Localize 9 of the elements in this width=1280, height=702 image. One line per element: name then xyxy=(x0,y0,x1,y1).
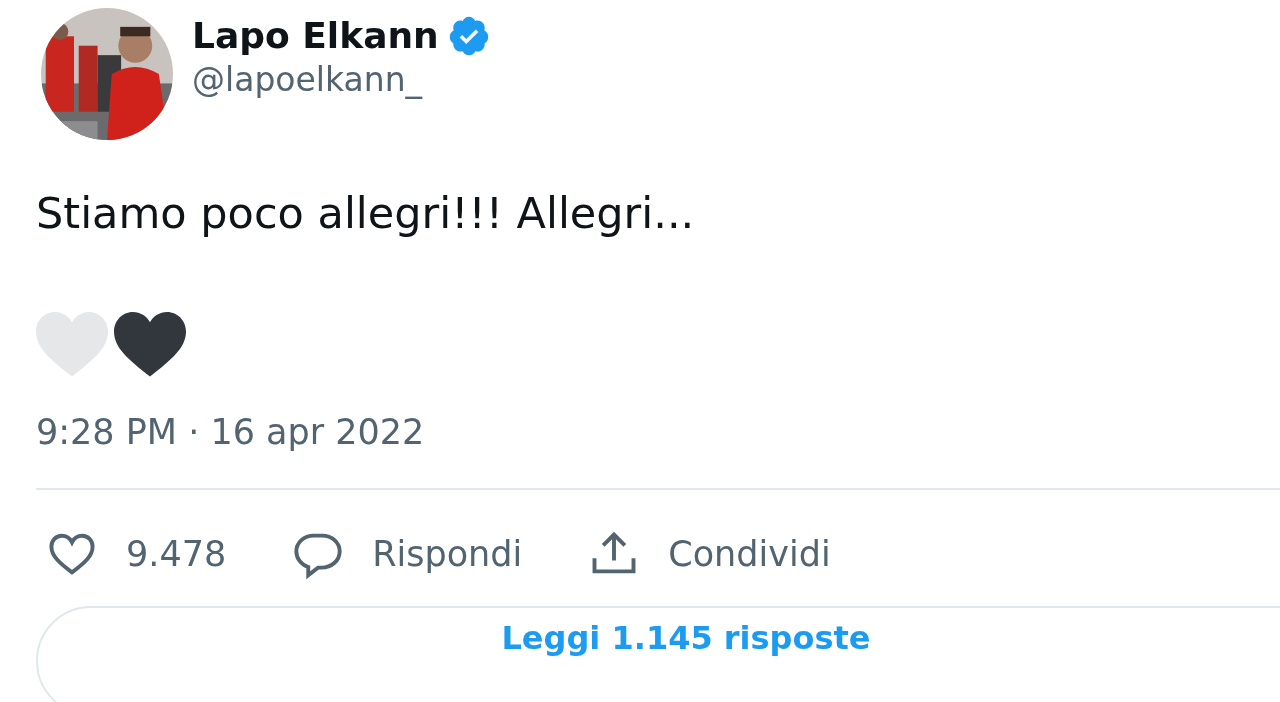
tweet-text: Stiamo poco allegri!!! Allegri... xyxy=(36,188,696,240)
heart-icon xyxy=(114,311,186,378)
author-name[interactable]: Lapo Elkann xyxy=(192,15,439,56)
heart-icon xyxy=(36,311,108,378)
action-label[interactable]: Condividi xyxy=(668,533,831,574)
action-label[interactable]: 9.478 xyxy=(126,533,227,574)
author-handle[interactable]: @lapoelkann_ xyxy=(192,59,491,99)
action-label[interactable]: Rispondi xyxy=(372,533,523,574)
tweet-timestamp[interactable]: 9:28 PM · 16 apr 2022 xyxy=(36,411,1280,452)
